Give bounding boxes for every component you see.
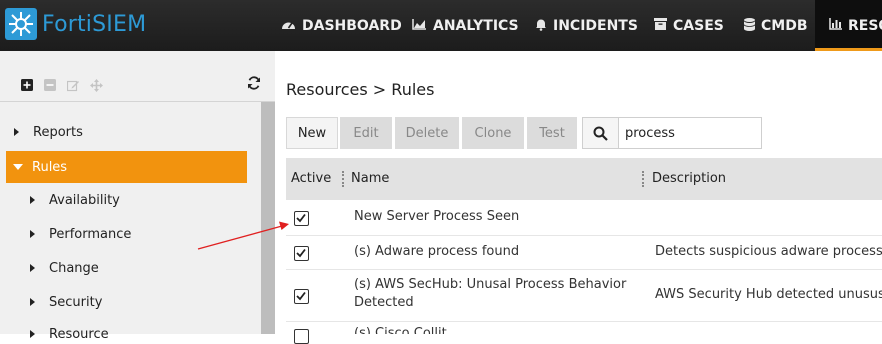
annotation-arrow bbox=[197, 221, 289, 250]
